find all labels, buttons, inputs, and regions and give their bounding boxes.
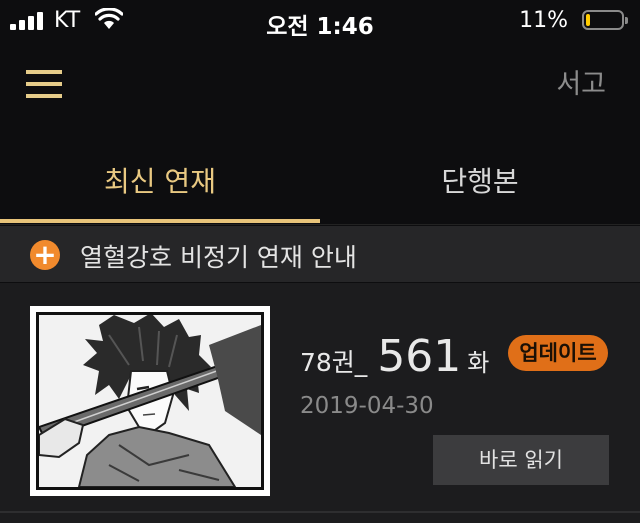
episode-thumbnail[interactable] [30,306,270,496]
next-card-strip [0,513,640,523]
warrior-illustration-icon [39,315,261,487]
divider [0,224,640,225]
notice-text: 열혈강호 비정기 연재 안내 [80,243,357,272]
volume-label: 78권_ [300,348,368,377]
battery-nub [625,17,628,24]
active-tab-indicator [0,219,320,223]
episode-number: 561 [377,331,462,382]
plus-circle-icon: + [30,240,60,270]
battery-level-fill [586,14,590,26]
update-badge: 업데이트 [508,335,608,371]
status-bar: KT 오전 1:46 11% [0,0,640,44]
episode-card: 78권_ 561 화 업데이트 2019-04-30 바로 읽기 [0,283,640,511]
battery-icon [582,10,628,30]
episode-unit: 화 [467,349,490,377]
battery-percent: 11% [519,8,568,33]
episode-title: 78권_ 561 화 [300,331,489,382]
hamburger-menu-icon[interactable] [26,70,64,102]
read-now-button[interactable]: 바로 읽기 [433,435,609,485]
library-button[interactable]: 서고 [556,62,606,101]
manga-art-image [36,312,264,490]
release-date: 2019-04-30 [300,393,434,419]
tab-volumes[interactable]: 단행본 [320,160,640,200]
notice-banner[interactable]: + 열혈강호 비정기 연재 안내 [0,226,640,282]
tab-latest-serial[interactable]: 최신 연재 [0,160,320,200]
tab-bar: 최신 연재 단행본 [0,130,640,224]
